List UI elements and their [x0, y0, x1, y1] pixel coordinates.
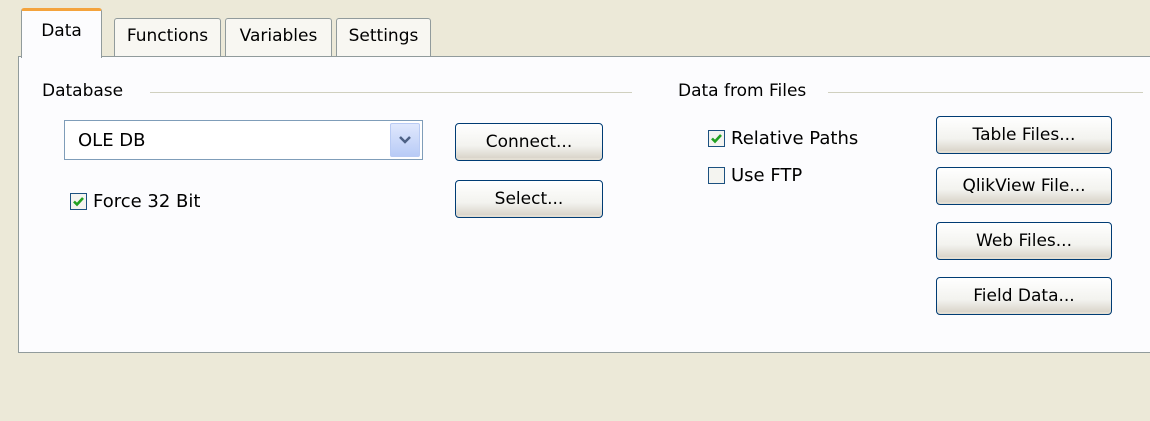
- database-select-value: OLE DB: [78, 130, 146, 151]
- relative-paths-label: Relative Paths: [731, 128, 859, 149]
- web-files-button[interactable]: Web Files...: [936, 222, 1112, 260]
- tab-data-label: Data: [41, 21, 82, 41]
- connect-button[interactable]: Connect...: [455, 123, 603, 161]
- use-ftp-option[interactable]: Use FTP: [708, 165, 802, 186]
- use-ftp-label: Use FTP: [731, 165, 803, 186]
- checkmark-icon: [711, 134, 722, 144]
- files-group-divider: [828, 92, 1143, 93]
- force-32-bit-label: Force 32 Bit: [93, 191, 201, 212]
- select-button[interactable]: Select...: [455, 180, 603, 218]
- database-group-label: Database: [42, 81, 132, 101]
- tab-functions-label: Functions: [126, 26, 209, 46]
- tab-data[interactable]: Data: [21, 8, 102, 58]
- table-files-button[interactable]: Table Files...: [936, 116, 1112, 154]
- relative-paths-checkbox[interactable]: [708, 130, 725, 147]
- chevron-down-icon: [399, 136, 411, 144]
- checkmark-icon: [73, 197, 84, 207]
- qlikview-file-button[interactable]: QlikView File...: [936, 167, 1112, 205]
- relative-paths-option[interactable]: Relative Paths: [708, 128, 858, 149]
- tab-functions[interactable]: Functions: [114, 18, 221, 56]
- force-32-bit-checkbox[interactable]: [70, 193, 87, 210]
- database-select[interactable]: OLE DB: [64, 120, 423, 160]
- dropdown-arrow-button[interactable]: [390, 123, 420, 157]
- files-group-label: Data from Files: [678, 81, 815, 101]
- database-group-divider: [150, 92, 632, 93]
- force-32-bit-option[interactable]: Force 32 Bit: [70, 191, 200, 212]
- use-ftp-checkbox[interactable]: [708, 167, 725, 184]
- tab-variables[interactable]: Variables: [225, 18, 332, 56]
- tab-variables-label: Variables: [239, 26, 318, 46]
- tab-settings[interactable]: Settings: [336, 18, 431, 56]
- tab-settings-label: Settings: [348, 26, 419, 46]
- field-data-button[interactable]: Field Data...: [936, 277, 1112, 315]
